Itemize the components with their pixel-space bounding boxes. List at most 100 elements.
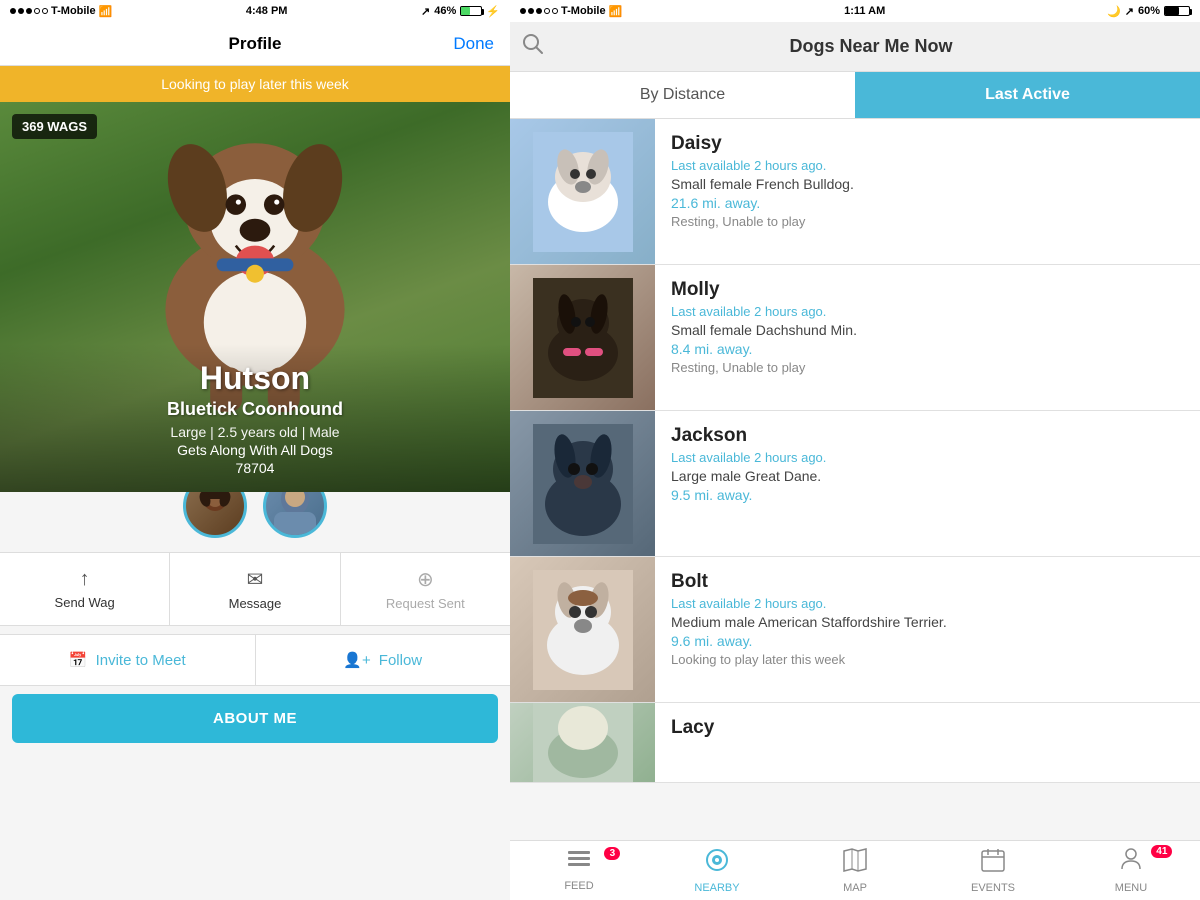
dog-info-molly: Molly Last available 2 hours ago. Small … [655,265,1200,410]
time-left: 4:48 PM [246,5,288,17]
map-label: MAP [843,882,867,894]
menu-label: MENU [1115,882,1147,894]
dog-list-item-daisy[interactable]: Daisy Last available 2 hours ago. Small … [510,119,1200,265]
dog-list-item-jackson[interactable]: Jackson Last available 2 hours ago. Larg… [510,411,1200,557]
tab-last-active[interactable]: Last Active [855,72,1200,118]
dog-list-item-molly[interactable]: Molly Last available 2 hours ago. Small … [510,265,1200,411]
status-bar-right: T-Mobile 📶 1:11 AM 🌙 ↗ 60% [510,0,1200,22]
left-panel: T-Mobile 📶 4:48 PM ↗ 46% ⚡ Profile Done … [0,0,510,900]
rdot5 [552,8,558,14]
events-icon [980,847,1006,879]
bolt-name: Bolt [671,571,1184,593]
about-me-button[interactable]: ABOUT ME [12,694,498,743]
rdot4 [544,8,550,14]
dog-info-daisy: Daisy Last available 2 hours ago. Small … [655,119,1200,264]
nav-item-nearby[interactable]: NEARBY [648,841,786,900]
wifi-icon-left: 📶 [99,5,113,18]
search-icon[interactable] [522,33,544,60]
nav-item-feed[interactable]: 3 FEED [510,843,648,898]
status-bar-left: T-Mobile 📶 4:48 PM ↗ 46% ⚡ [0,0,510,22]
dog-thumb-img-lacy [510,703,655,783]
search-title: Dogs Near Me Now [554,36,1188,57]
arrow-icon-right: ↗ [1125,5,1134,18]
carrier-left: T-Mobile 📶 [10,5,112,18]
battery-bar-left [460,6,482,16]
dog-thumb-img-jackson [510,411,655,556]
send-wag-label: Send Wag [55,595,115,610]
battery-fill-left [461,7,470,15]
request-sent-button: ⊕ Request Sent [341,553,510,625]
daisy-last-active: Last available 2 hours ago. [671,158,1184,173]
bottom-nav: 3 FEED NEARBY [510,840,1200,900]
tab-by-distance[interactable]: By Distance [510,72,855,118]
signal-dots [10,8,48,14]
molly-dist: 8.4 mi. away. [671,341,1184,357]
follow-label: Follow [379,652,422,669]
avatars-row [0,492,510,544]
moon-icon: 🌙 [1107,5,1121,18]
feed-badge: 3 [604,847,620,860]
dog-info-bolt: Bolt Last available 2 hours ago. Medium … [655,557,1200,702]
carrier-name-left: T-Mobile [51,5,96,17]
message-icon: ✉ [247,567,264,592]
signal-dots-right [520,8,558,14]
profile-info-overlay: Hutson Bluetick Coonhound Large | 2.5 ye… [0,344,510,492]
nav-item-events[interactable]: EVENTS [924,841,1062,900]
tabs-row: By Distance Last Active [510,72,1200,119]
nav-item-map[interactable]: MAP [786,841,924,900]
dot4 [34,8,40,14]
done-button[interactable]: Done [453,34,494,54]
send-wag-button[interactable]: ↑ Send Wag [0,553,170,625]
dog-zip: 78704 [16,460,494,476]
jackson-last-active: Last available 2 hours ago. [671,450,1184,465]
invite-to-meet-button[interactable]: 📅 Invite to Meet [0,635,256,685]
dog-list[interactable]: Daisy Last available 2 hours ago. Small … [510,119,1200,840]
battery-tip-right [1190,9,1192,15]
battery-bar-right [1164,6,1190,16]
dog-info-lacy: Lacy [655,703,1200,782]
message-button[interactable]: ✉ Message [170,553,340,625]
follow-button[interactable]: 👤+ Follow [256,635,511,685]
battery-pct-right: 60% [1138,5,1160,17]
dog-breed: Bluetick Coonhound [16,399,494,420]
dog-list-item-lacy[interactable]: Lacy [510,703,1200,783]
wags-badge: 369 WAGS [12,114,97,139]
nav-item-menu[interactable]: 41 MENU [1062,841,1200,900]
search-bar: Dogs Near Me Now [510,22,1200,72]
dot5 [42,8,48,14]
invite-label: Invite to Meet [96,652,186,669]
daisy-name: Daisy [671,133,1184,155]
feed-label: FEED [564,880,593,892]
molly-desc: Small female Dachshund Min. [671,322,1184,338]
feed-icon [566,849,592,877]
nearby-icon [704,847,730,879]
action-buttons-row: ↑ Send Wag ✉ Message ⊕ Request Sent [0,552,510,626]
dog-compat: Gets Along With All Dogs [16,442,494,458]
molly-last-active: Last available 2 hours ago. [671,304,1184,319]
dog-thumb-jackson [510,411,655,556]
carrier-name-right: T-Mobile [561,5,606,17]
menu-badge: 41 [1151,845,1172,858]
battery-pct-left: 46% [434,5,456,17]
dog-name: Hutson [16,360,494,397]
battery-tip-left [482,9,484,15]
dog-details: Large | 2.5 years old | Male [16,424,494,440]
map-icon [842,847,868,879]
dog-thumb-bolt [510,557,655,702]
lightning-icon: ⚡ [486,5,500,18]
message-label: Message [229,596,282,611]
dog-list-item-bolt[interactable]: Bolt Last available 2 hours ago. Medium … [510,557,1200,703]
dog-info-jackson: Jackson Last available 2 hours ago. Larg… [655,411,1200,556]
events-label: EVENTS [971,882,1015,894]
right-panel: T-Mobile 📶 1:11 AM 🌙 ↗ 60% Dogs Near Me … [510,0,1200,900]
molly-status: Resting, Unable to play [671,360,1184,375]
jackson-desc: Large male Great Dane. [671,468,1184,484]
dog-thumb-molly [510,265,655,410]
nearby-label: NEARBY [694,882,739,894]
meet-follow-row: 📅 Invite to Meet 👤+ Follow [0,634,510,686]
jackson-dist: 9.5 mi. away. [671,487,1184,503]
rdot3 [536,8,542,14]
calendar-icon: 📅 [69,651,88,669]
availability-banner: Looking to play later this week [0,66,510,102]
time-right: 1:11 AM [844,5,885,17]
